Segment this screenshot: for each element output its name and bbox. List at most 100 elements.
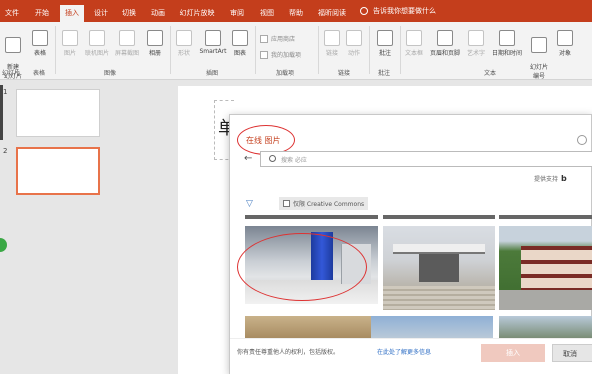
image-canopy (393, 244, 485, 254)
image-result-row-top (383, 215, 495, 219)
album-label: 相册 (148, 50, 161, 57)
header-footer-icon (437, 30, 453, 46)
tab-view[interactable]: 视图 (256, 6, 278, 22)
slide-number-1: 1 (3, 88, 8, 96)
shapes-icon (176, 30, 192, 46)
wordart-label: 艺术字 (466, 50, 485, 57)
datetime-button[interactable]: 日期和时间 (490, 30, 524, 57)
tab-file[interactable]: 文件 (3, 6, 21, 22)
store-label: 应用商店 (271, 36, 296, 43)
cancel-button[interactable]: 取消 (552, 344, 592, 362)
online-pictures-label: 联机图片 (84, 50, 109, 57)
image-building (521, 246, 592, 290)
table-icon (32, 30, 48, 46)
screenshot-button[interactable]: 屏幕截图 (113, 30, 141, 57)
tab-review[interactable]: 审阅 (226, 6, 248, 22)
chart-icon (232, 30, 248, 46)
group-images-label: 图像 (104, 70, 117, 77)
slide-number-icon (531, 37, 547, 53)
link-icon (324, 30, 340, 46)
image-steps (383, 286, 495, 310)
chart-label: 图表 (233, 50, 246, 57)
chart-button[interactable]: 图表 (230, 30, 250, 57)
back-arrow-icon[interactable]: ← (244, 153, 252, 164)
tab-foxit[interactable]: 福昕阅读 (314, 6, 350, 22)
image-result[interactable] (499, 316, 592, 338)
album-button[interactable]: 相册 (145, 30, 165, 57)
smartart-label: SmartArt (199, 48, 227, 55)
slide-number-button[interactable]: 幻灯片 编号 (526, 30, 552, 80)
copyright-notice: 你有责任尊重他人的权利，包括版权。 (237, 349, 340, 356)
comment-icon (377, 30, 393, 46)
image-doorway (419, 254, 459, 282)
image-result[interactable] (383, 226, 495, 310)
feedback-smiley-icon[interactable] (577, 135, 587, 145)
addins-icon (260, 50, 268, 59)
action-label: 动作 (347, 50, 360, 57)
provider-label: 提供支持 (534, 176, 559, 183)
filter-icon[interactable]: ▽ (246, 199, 253, 209)
creative-commons-filter[interactable]: 仅限 Creative Commons (279, 197, 369, 210)
search-input[interactable]: 搜索 必应 (260, 151, 592, 167)
wordart-icon (468, 30, 484, 46)
annotation-circle (237, 233, 367, 301)
slide-thumbnail-2[interactable] (16, 147, 100, 195)
learn-more-link[interactable]: 在此处了解更多信息 (377, 347, 431, 356)
table-button[interactable]: 表格 (30, 30, 50, 57)
tab-design[interactable]: 设计 (90, 6, 112, 22)
textbox-label: 文本框 (404, 50, 423, 57)
table-label: 表格 (33, 50, 46, 57)
smartart-button[interactable]: SmartArt (198, 30, 228, 55)
tab-animations[interactable]: 动画 (147, 6, 169, 22)
calendar-icon (499, 30, 515, 46)
slide-number-label: 幻灯片 编号 (529, 64, 548, 80)
image-result[interactable] (371, 316, 493, 338)
lightbulb-icon (360, 7, 368, 15)
group-text-label: 文本 (484, 70, 497, 77)
image-result[interactable] (499, 226, 592, 310)
pane-scroll-indicator (0, 85, 3, 140)
divider (255, 26, 256, 74)
dialog-footer: 你有责任尊重他人的权利，包括版权。 在此处了解更多信息 插入 取消 (230, 338, 592, 374)
textbox-icon (406, 30, 422, 46)
tab-help[interactable]: 帮助 (285, 6, 307, 22)
store-icon (260, 34, 268, 43)
tell-me-text: 告诉我你想要做什么 (373, 7, 436, 15)
divider (369, 26, 370, 74)
search-placeholder: 搜索 必应 (281, 157, 307, 164)
object-button[interactable]: 对象 (555, 30, 575, 57)
group-addins-label: 加载项 (276, 70, 295, 77)
tab-slideshow[interactable]: 幻灯片放映 (176, 6, 218, 22)
object-label: 对象 (558, 50, 571, 57)
insert-button[interactable]: 插入 (481, 344, 545, 362)
slide-number-2: 2 (3, 147, 8, 155)
provider-credit: 提供支持 b (534, 174, 567, 183)
divider (170, 26, 171, 74)
slide-thumbnail-1[interactable] (16, 89, 100, 137)
header-footer-button[interactable]: 页眉和页脚 (428, 30, 462, 57)
store-button[interactable]: 应用商店 (260, 34, 295, 43)
image-result-row-top (245, 215, 378, 219)
search-icon (269, 155, 276, 162)
tab-home[interactable]: 开始 (31, 6, 53, 22)
tab-transitions[interactable]: 切换 (118, 6, 140, 22)
tell-me-box[interactable]: 告诉我你想要做什么 (360, 6, 436, 16)
textbox-button[interactable]: 文本框 (403, 30, 425, 57)
link-button[interactable]: 链接 (322, 30, 342, 57)
online-pictures-button[interactable]: 联机图片 (84, 30, 110, 57)
image-ground (499, 290, 592, 310)
divider (400, 26, 401, 74)
online-picture-icon (89, 30, 105, 46)
ribbon: 新建 幻灯片 表格 图片 联机图片 屏幕截图 相册 形状 SmartArt 图表… (0, 22, 592, 80)
shapes-button[interactable]: 形状 (175, 30, 193, 57)
tab-insert[interactable]: 插入 (60, 5, 84, 22)
pictures-button[interactable]: 图片 (60, 30, 80, 57)
wordart-button[interactable]: 艺术字 (464, 30, 488, 57)
action-button[interactable]: 动作 (344, 30, 364, 57)
online-pictures-dialog: 在线 图片 ← 搜索 必应 提供支持 b ▽ 仅限 Creative Commo… (229, 114, 592, 374)
my-addins-button[interactable]: 我的加载项 (260, 50, 301, 59)
bing-logo-icon: b (561, 174, 567, 183)
comment-button[interactable]: 批注 (374, 30, 396, 57)
cc-checkbox[interactable] (283, 200, 290, 207)
image-result[interactable] (245, 316, 378, 338)
